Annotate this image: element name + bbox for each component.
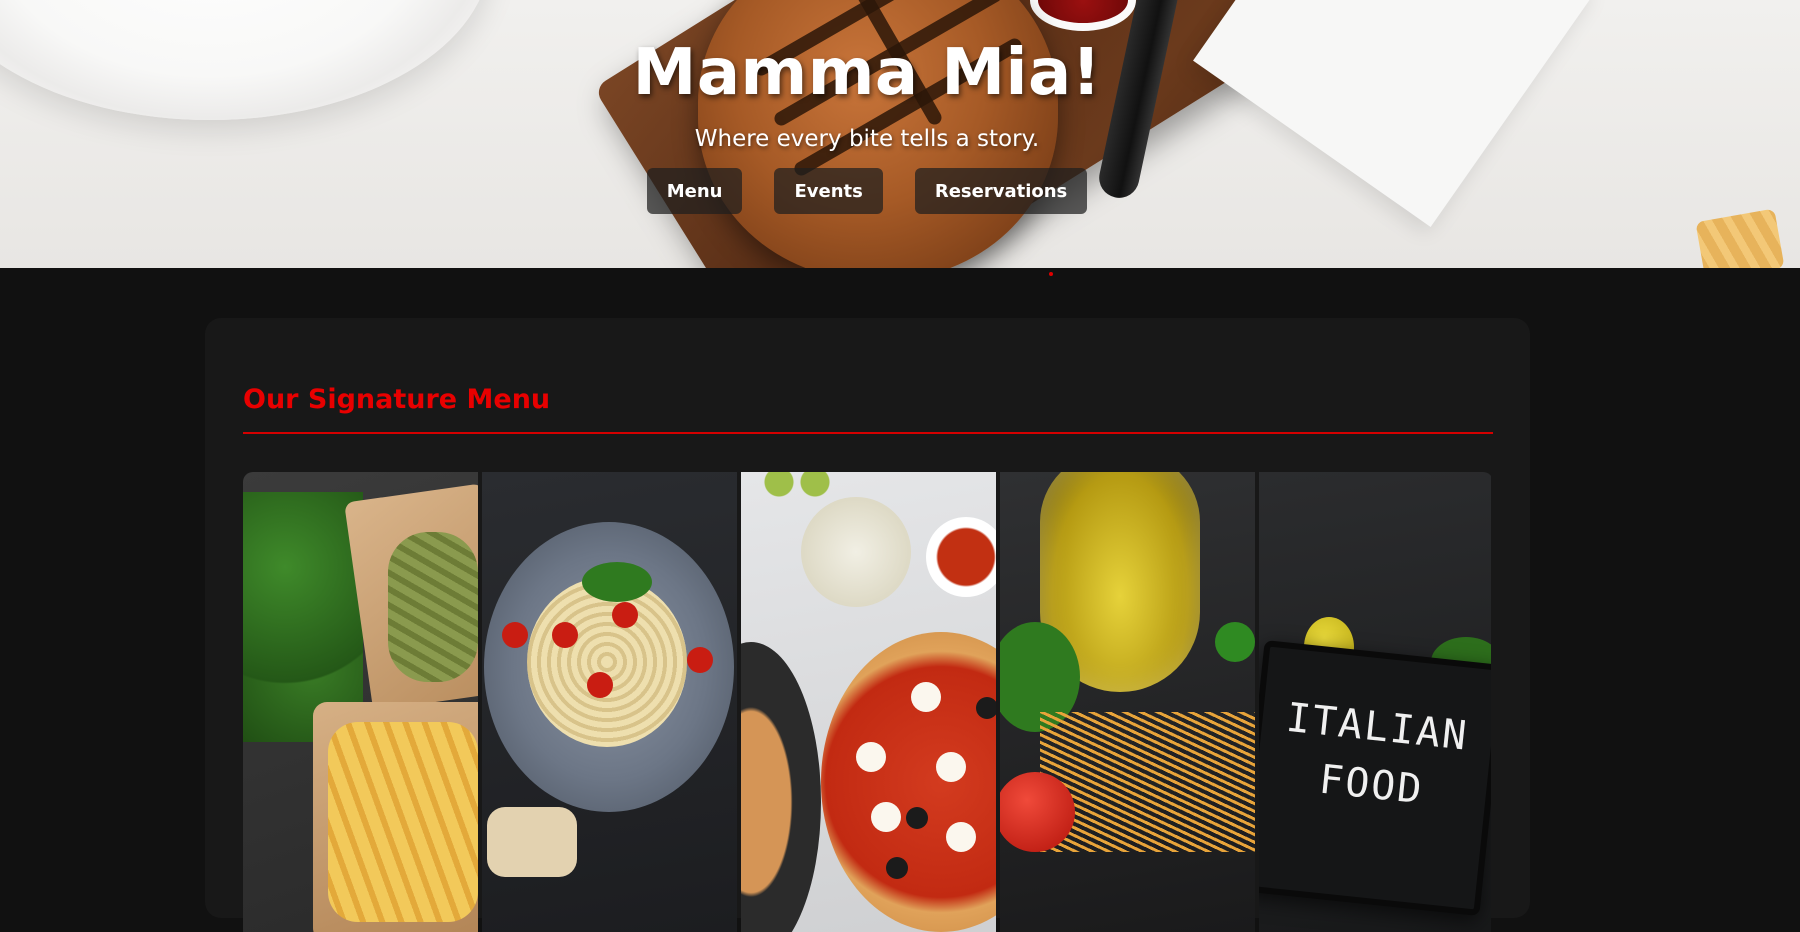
site-title: Mamma Mia!	[632, 36, 1102, 110]
menu-section-heading: Our Signature Menu	[243, 384, 551, 415]
slide-indicator-dot[interactable]	[1049, 272, 1053, 276]
gallery-image-pizza[interactable]	[741, 472, 996, 932]
chalkboard-text: ITALIAN FOOD	[1284, 694, 1471, 814]
menu-button[interactable]: Menu	[646, 168, 743, 214]
signature-menu-card: Our Signature Menu ITALIAN FOOD	[205, 318, 1530, 932]
gallery-image-olive-oil[interactable]	[1000, 472, 1255, 932]
events-button[interactable]: Events	[774, 168, 883, 214]
gallery-image-italian-food-sign[interactable]: ITALIAN FOOD	[1259, 472, 1491, 932]
hero-navigation: Menu Events Reservations	[0, 168, 1734, 214]
hero-fries	[1695, 208, 1785, 268]
gallery-image-dry-pasta[interactable]	[243, 472, 478, 932]
site-tagline: Where every bite tells a story.	[694, 126, 1040, 152]
heading-divider	[243, 432, 1493, 434]
hero-banner: Mamma Mia! Where every bite tells a stor…	[0, 0, 1800, 268]
menu-gallery: ITALIAN FOOD	[243, 472, 1493, 932]
gallery-image-tagliatelle[interactable]	[482, 472, 737, 932]
hero-content: Mamma Mia! Where every bite tells a stor…	[0, 36, 1734, 214]
reservations-button[interactable]: Reservations	[914, 168, 1088, 214]
